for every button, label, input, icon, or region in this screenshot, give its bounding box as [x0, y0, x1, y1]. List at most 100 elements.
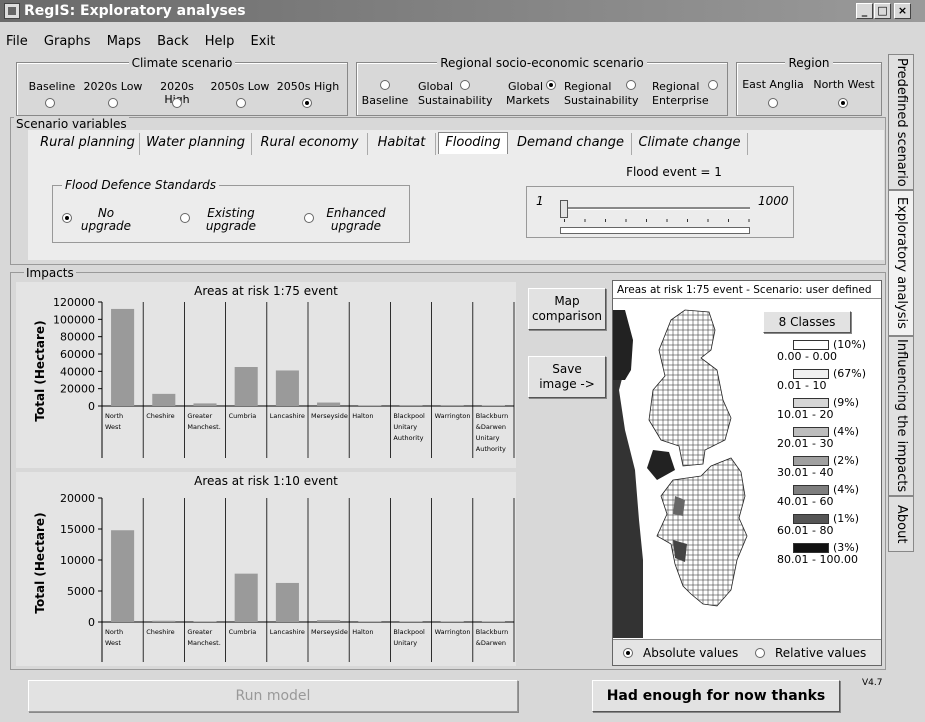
map-legend-percent: (4%)	[833, 425, 860, 438]
map-legend-percent: (67%)	[833, 367, 867, 380]
tab-rural-planning[interactable]: Rural planning	[36, 133, 140, 155]
category-label: Manchest.	[187, 423, 220, 431]
climate-radio-2020s-low[interactable]	[108, 98, 118, 108]
category-label: Blackpool	[393, 628, 425, 636]
tab-flooding[interactable]: Flooding	[438, 132, 508, 154]
bar	[399, 621, 423, 622]
map-value-mode-bar: Absolute values Relative values	[613, 639, 881, 665]
region-radio-east-anglia[interactable]	[768, 98, 778, 108]
y-tick-label: 120000	[53, 296, 95, 309]
map-region-north	[648, 309, 732, 467]
category-label: Merseyside	[311, 628, 348, 636]
category-label: West	[105, 423, 121, 431]
scenario-variables-label: Scenario variables	[14, 117, 129, 131]
bar	[481, 621, 505, 622]
map-region-south	[656, 457, 748, 607]
slider-tick	[728, 219, 729, 222]
fds-radio-existing-upgrade[interactable]	[180, 213, 190, 223]
flood-defence-title: Flood Defence Standards	[62, 178, 220, 192]
classes-button[interactable]: 8 Classes	[763, 311, 851, 333]
menu-help[interactable]: Help	[205, 34, 235, 49]
slider-tick	[687, 219, 688, 222]
fds-radio-no-upgrade[interactable]	[62, 213, 72, 223]
absolute-values-radio[interactable]	[623, 648, 633, 658]
fds-radio-enhanced-upgrade[interactable]	[304, 213, 314, 223]
bar	[275, 582, 299, 622]
region-radio-north-west[interactable]	[838, 98, 848, 108]
chart-2-svg: 0 5000 10000 15000 20000 North West Cheshire Gre…	[60, 492, 515, 662]
tab-about[interactable]: About	[888, 496, 914, 552]
category-label: Cumbria	[229, 412, 257, 420]
menu-exit[interactable]: Exit	[251, 34, 276, 49]
tab-rural-economy[interactable]: Rural economy	[252, 133, 368, 155]
close-button[interactable]: ×	[894, 3, 911, 19]
tab-exploratory-analysis[interactable]: Exploratory analysis	[888, 190, 914, 336]
socio-radio-global-sustainability[interactable]	[460, 80, 470, 90]
bar	[234, 367, 258, 406]
map-legend-swatch	[793, 340, 829, 350]
map-legend-percent: (2%)	[833, 454, 860, 467]
category-label: Authority	[393, 434, 423, 442]
socio-option-baseline-label: Baseline	[361, 94, 409, 107]
menu-back[interactable]: Back	[157, 34, 189, 49]
tab-climate-change[interactable]: Climate change	[632, 133, 748, 155]
minimize-button[interactable]: _	[856, 3, 873, 19]
had-enough-button[interactable]: Had enough for now thanks	[592, 680, 840, 712]
category-label: &Darwen	[476, 639, 506, 647]
category-label: Unitary	[393, 423, 417, 431]
tab-demand-change[interactable]: Demand change	[510, 133, 632, 155]
category-label: Unitary	[393, 639, 417, 647]
socio-option-rs-line2: Sustainability	[564, 94, 639, 107]
map-comparison-button[interactable]: Map comparison	[528, 288, 606, 330]
map-legend-item: (4%) 20.01 - 30	[777, 426, 859, 450]
tab-influencing-impacts[interactable]: Influencing the impacts	[888, 336, 914, 496]
flood-event-slider-bar	[560, 227, 750, 234]
title-bar: RegIS: Exploratory analyses _ □ ×	[0, 0, 925, 22]
category-label: West	[105, 639, 121, 647]
save-image-button[interactable]: Save image ->	[528, 356, 606, 398]
climate-radio-2050s-low[interactable]	[236, 98, 246, 108]
category-label: Lancashire	[270, 412, 305, 420]
category-label: Blackpool	[393, 412, 425, 420]
climate-radio-2020s-high[interactable]	[172, 98, 182, 108]
tab-predefined-scenario[interactable]: Predefined scenario	[888, 54, 914, 190]
maximize-button[interactable]: □	[874, 3, 891, 19]
climate-radio-2050s-high[interactable]	[302, 98, 312, 108]
map-legend-percent: (10%)	[833, 338, 867, 351]
climate-option-2050s-high-label: 2050s High	[276, 80, 340, 93]
map-legend-swatch	[793, 543, 829, 553]
map-panel: Areas at risk 1:75 event - Scenario: use…	[612, 280, 882, 666]
socio-radio-regional-sustainability[interactable]	[626, 80, 636, 90]
map-legend-swatch	[793, 456, 829, 466]
category-label: Halton	[352, 628, 373, 636]
tab-water-planning[interactable]: Water planning	[140, 133, 252, 155]
menu-file[interactable]: File	[6, 34, 28, 49]
climate-radio-baseline[interactable]	[45, 98, 55, 108]
flood-event-slider-track[interactable]	[560, 207, 750, 210]
fds-option-no-upgrade-label: No upgrade	[80, 206, 132, 233]
category-label: Cheshire	[146, 412, 175, 420]
run-model-button[interactable]: Run model	[28, 680, 518, 712]
socio-option-rs-line1: Regional	[564, 80, 612, 93]
socio-option-gs-line2: Sustainability	[418, 94, 493, 107]
category-label: Cheshire	[146, 628, 175, 636]
slider-tick	[625, 219, 627, 222]
menu-maps[interactable]: Maps	[107, 34, 141, 49]
map-legend-swatch	[793, 398, 829, 408]
socio-radio-global-markets[interactable]	[546, 80, 556, 90]
flood-event-min-label: 1	[536, 194, 544, 208]
category-label: Halton	[352, 412, 373, 420]
map-estuary	[647, 450, 675, 480]
relative-values-radio[interactable]	[755, 648, 765, 658]
tab-habitat[interactable]: Habitat	[368, 133, 436, 155]
bar	[193, 621, 217, 622]
flood-event-slider-thumb[interactable]	[560, 200, 568, 218]
menu-graphs[interactable]: Graphs	[44, 34, 91, 49]
slider-tick	[748, 219, 750, 222]
bar	[111, 308, 135, 406]
socio-radio-baseline[interactable]	[380, 80, 390, 90]
socio-option-re-line1: Regional	[652, 80, 700, 93]
socio-radio-regional-enterprise[interactable]	[708, 80, 718, 90]
bar	[440, 621, 464, 622]
bar	[111, 530, 135, 622]
